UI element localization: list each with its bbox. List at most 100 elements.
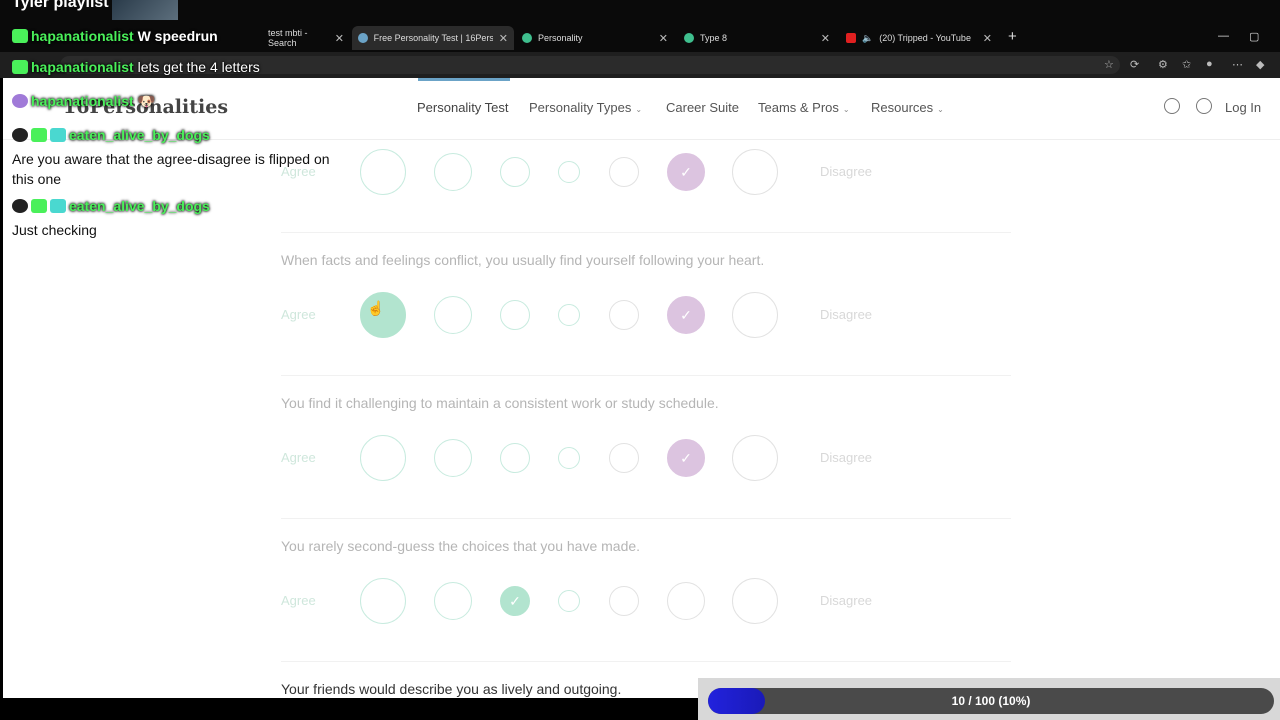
tab-type8[interactable]: Type 8 ✕ [678,28,836,48]
tab-label: (20) Tripped - YouTube [879,33,971,43]
nav-teams-pros[interactable]: Teams & Pros ⌄ [758,100,850,115]
answer-option-1[interactable] [360,149,406,195]
answer-option-5[interactable] [609,443,639,473]
tab-label: Personality [538,33,583,43]
checkmark-icon: ✓ [680,163,692,180]
disagree-label: Disagree [820,307,873,322]
question-divider [281,232,1011,233]
chat-badge-icon [12,128,28,142]
copilot-icon[interactable]: ◆ [1256,58,1264,71]
chat-line: hapanationalist lets get the 4 letters [12,59,260,75]
answer-option-4[interactable] [558,161,580,183]
chat-badge-icon [12,29,28,43]
nav-personality-types[interactable]: Personality Types ⌄ [529,100,642,115]
checkmark-icon: ✓ [509,592,521,609]
answer-option-4[interactable] [558,447,580,469]
chat-badge-icon [50,128,66,142]
chevron-down-icon: ⌄ [842,105,850,114]
disagree-label: Disagree [820,450,873,465]
nav-label: Personality Types [529,100,632,115]
answer-option-6[interactable]: ✓ [667,153,705,191]
nav-resources[interactable]: Resources ⌄ [871,100,944,115]
browser-tab-bar: Tyler playlist test mbti - Search ✕ Free… [0,0,1280,52]
answer-option-3[interactable] [500,300,530,330]
answer-option-3[interactable] [500,443,530,473]
chat-message: Are you aware that the agree-disagree is… [12,151,330,187]
close-icon[interactable]: ✕ [659,32,668,45]
tab-personality-test[interactable]: Free Personality Test | 16Personalit ✕ [352,26,514,50]
agree-label: Agree [281,450,316,465]
chat-line: hapanationalist 🐶 [12,93,155,110]
answer-option-2[interactable] [434,153,472,191]
question-text: You find it challenging to maintain a co… [281,395,719,411]
answer-option-6[interactable]: ✓ [667,296,705,334]
close-icon[interactable]: ✕ [983,32,992,45]
answer-option-7[interactable] [732,435,778,481]
answer-option-1[interactable] [360,435,406,481]
question-text: Your friends would describe you as livel… [281,681,622,697]
favicon-icon [684,33,694,43]
accessibility-icon[interactable] [1164,98,1180,114]
close-icon[interactable]: ✕ [335,32,344,45]
answer-option-6[interactable] [667,582,705,620]
answer-option-7[interactable] [732,149,778,195]
answer-option-3[interactable] [500,157,530,187]
answer-option-3[interactable]: ✓ [500,586,530,616]
question-divider [281,375,1011,376]
extensions-icon[interactable]: ⚙ [1158,58,1168,71]
answer-option-2[interactable] [434,296,472,334]
chat-badge-icon [31,199,47,213]
agree-label: Agree [281,307,316,322]
close-icon[interactable]: ✕ [821,32,830,45]
tab-label: Type 8 [700,33,728,43]
nav-personality-test[interactable]: Personality Test [417,100,509,115]
answer-option-4[interactable] [558,304,580,326]
favicon-icon [522,33,532,43]
answer-option-7[interactable] [732,578,778,624]
checkmark-icon: ✓ [680,306,692,323]
chat-badge-icon [50,199,66,213]
login-link[interactable]: Log In [1225,100,1261,115]
close-icon[interactable]: ✕ [499,32,508,45]
minimize-icon[interactable]: — [1218,30,1229,42]
nav-label: Resources [871,100,934,115]
answer-option-5[interactable] [609,157,639,187]
answer-option-5[interactable] [609,586,639,616]
disagree-label: Disagree [820,164,873,179]
tab-personality[interactable]: Personality ✕ [516,28,674,48]
answer-option-1[interactable] [360,578,406,624]
speaker-icon: 🔈 [862,32,874,43]
favicon-icon [358,33,368,43]
nav-career-suite[interactable]: Career Suite [666,100,739,115]
chat-line: eaten_alive_by_dogs [12,198,210,214]
chat-username: hapanationalist [31,28,134,44]
question-divider [281,518,1011,519]
chat-badge-icon [12,199,28,213]
globe-icon[interactable] [1196,98,1212,114]
maximize-icon[interactable]: ▢ [1249,30,1259,43]
favorite-star-icon[interactable]: ☆ [1104,58,1114,71]
progress-overlay: 10 / 100 (10%) [698,678,1280,720]
answer-option-5[interactable] [609,300,639,330]
chat-badge-icon [12,60,28,74]
profile-icon[interactable]: ● [1206,58,1213,70]
more-icon[interactable]: ⋯ [1232,58,1243,71]
refresh-icon[interactable]: ⟳ [1130,58,1139,71]
chat-badge-icon [12,94,28,108]
chat-username: eaten_alive_by_dogs [69,127,210,143]
chat-username: eaten_alive_by_dogs [69,198,210,214]
answer-option-7[interactable] [732,292,778,338]
chat-line: hapanationalist W speedrun [12,28,218,44]
favorites-icon[interactable]: ✩ [1182,58,1191,71]
stream-thumbnail [112,0,178,20]
answer-option-2[interactable] [434,439,472,477]
answer-option-4[interactable] [558,590,580,612]
tab-label: test mbti - Search [268,28,308,48]
answer-option-6[interactable]: ✓ [667,439,705,477]
disagree-label: Disagree [820,593,873,608]
tab-youtube[interactable]: 🔈 (20) Tripped - YouTube ✕ [840,28,998,48]
active-nav-indicator [418,78,510,81]
answer-option-2[interactable] [434,582,472,620]
nav-label: Teams & Pros [758,100,839,115]
new-tab-icon[interactable]: + [1008,28,1017,45]
